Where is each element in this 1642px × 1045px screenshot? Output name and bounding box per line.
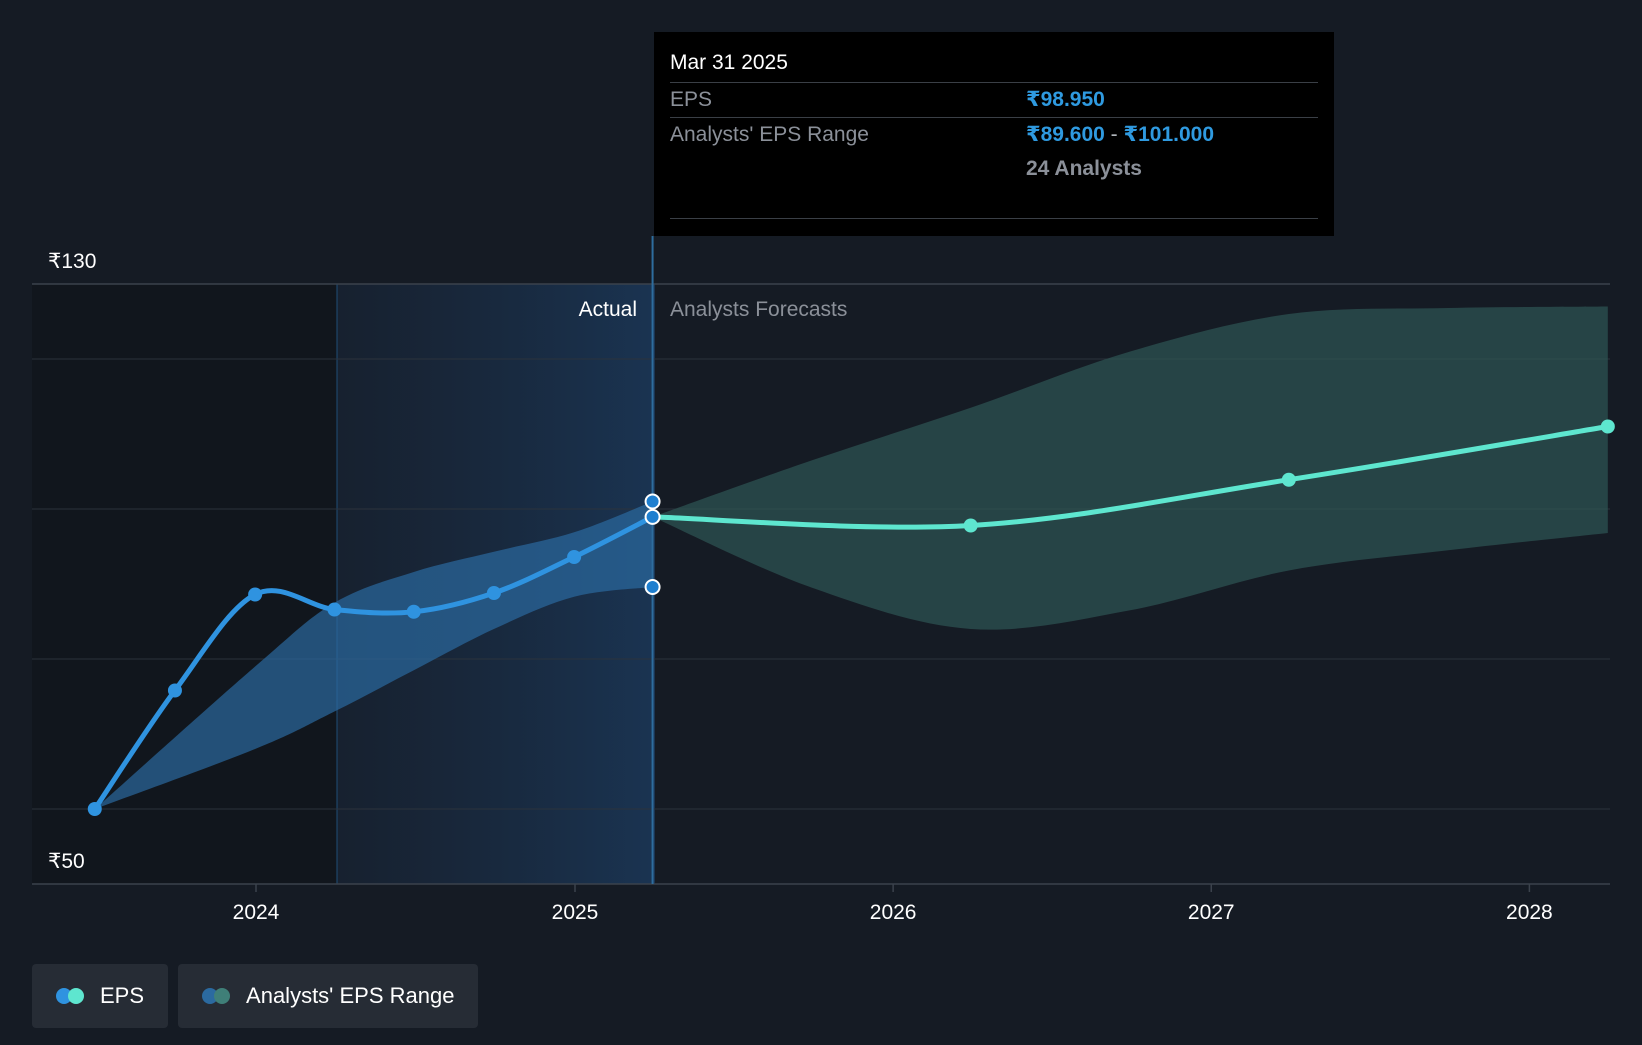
eps-point[interactable] — [87, 802, 102, 816]
eps-point[interactable] — [567, 550, 582, 564]
tooltip-analysts-row: 24 Analysts — [670, 152, 1318, 186]
legend-eps-label: EPS — [100, 983, 145, 1008]
eps-point[interactable] — [406, 604, 421, 619]
tooltip-eps-value: ₹98.950 — [1026, 88, 1105, 111]
eps-forecast-point[interactable] — [1600, 419, 1615, 434]
legend-item-eps-range[interactable]: Analysts' EPS Range — [178, 964, 479, 1028]
tooltip-range-high: ₹101.000 — [1123, 123, 1215, 146]
x-tick-label: 2025 — [552, 901, 599, 924]
range-low-marker[interactable] — [644, 579, 661, 595]
eps-point[interactable] — [486, 586, 501, 600]
legend-item-eps[interactable]: EPS — [32, 964, 169, 1028]
x-tick-label: 2026 — [870, 901, 917, 924]
x-tick-label: 2028 — [1506, 901, 1553, 924]
legend-eps-range-label: Analysts' EPS Range — [246, 983, 455, 1008]
range-legend-dot-forecast — [214, 988, 231, 1004]
eps-point[interactable] — [327, 602, 342, 617]
tooltip-range-value: ₹89.600 - ₹101.000 — [1026, 118, 1214, 152]
y-axis-top-label: ₹130 — [48, 250, 96, 273]
tooltip-eps-row: EPS ₹98.950 — [670, 83, 1318, 118]
tooltip-range-label: Analysts' EPS Range — [670, 123, 869, 146]
range-legend-icon — [202, 988, 232, 1004]
x-tick-label: 2027 — [1188, 901, 1235, 924]
eps-legend-dot-forecast — [68, 988, 84, 1004]
eps-legend-icon — [56, 988, 86, 1004]
range-area — [652, 306, 1608, 630]
tooltip-range-low: ₹89.600 — [1026, 123, 1105, 146]
tooltip-analyst-count: 24 Analysts — [1026, 157, 1142, 180]
eps-forecast-point[interactable] — [963, 518, 978, 533]
x-tick-label: 2024 — [233, 901, 280, 924]
eps-point[interactable] — [248, 587, 263, 602]
data-tooltip: Mar 31 2025 EPS ₹98.950 Analysts' EPS Ra… — [654, 32, 1334, 236]
y-axis-bottom-label: ₹50 — [48, 850, 85, 873]
legend: EPS Analysts' EPS Range — [32, 964, 479, 1028]
eps-hover-marker[interactable] — [644, 508, 661, 525]
tooltip-range-separator: - — [1104, 123, 1124, 146]
axis-ticks: 2024 2025 2026 2027 2028 — [233, 884, 1553, 924]
tooltip-eps-label: EPS — [670, 88, 713, 111]
tooltip-date: Mar 31 2025 — [670, 32, 1318, 83]
eps-forecast-point[interactable] — [1281, 472, 1296, 487]
tooltip-bottom-rule — [670, 218, 1318, 219]
eps-point[interactable] — [167, 683, 182, 698]
forecast-region-label: Analysts Forecasts — [670, 298, 847, 321]
tooltip-range-row: Analysts' EPS Range ₹89.600 - ₹101.000 — [670, 118, 1318, 152]
range-high-marker[interactable] — [644, 493, 661, 510]
actual-region-label: Actual — [579, 298, 637, 321]
actual-region-dark-band — [32, 284, 337, 884]
